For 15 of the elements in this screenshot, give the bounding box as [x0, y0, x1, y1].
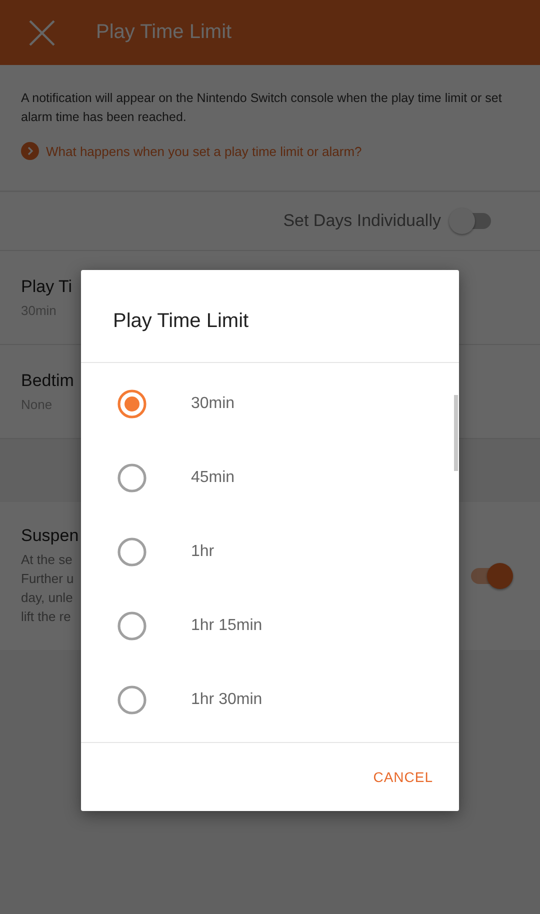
screen-title: Play Time Limit [96, 21, 232, 44]
setting-title: Play Ti [21, 277, 72, 297]
option-item[interactable]: 30min [81, 367, 459, 441]
option-item[interactable]: 1hr 30min [81, 663, 459, 737]
setting-title: Suspen [21, 526, 79, 546]
option-item[interactable]: 45min [81, 441, 459, 515]
option-item[interactable]: 1hr 15min [81, 589, 459, 663]
set-days-label: Set Days Individually [283, 211, 441, 231]
cancel-button[interactable]: CANCEL [367, 763, 439, 791]
setting-title: Bedtim [21, 371, 74, 391]
option-item[interactable]: 1hr [81, 515, 459, 589]
dialog-title: Play Time Limit [81, 270, 459, 363]
notification-text: A notification will appear on the Nintendo Switch console when the play time limit or set alarm time has been reached. [21, 90, 503, 126]
chevron-icon [21, 142, 39, 160]
close-icon[interactable] [28, 18, 56, 46]
